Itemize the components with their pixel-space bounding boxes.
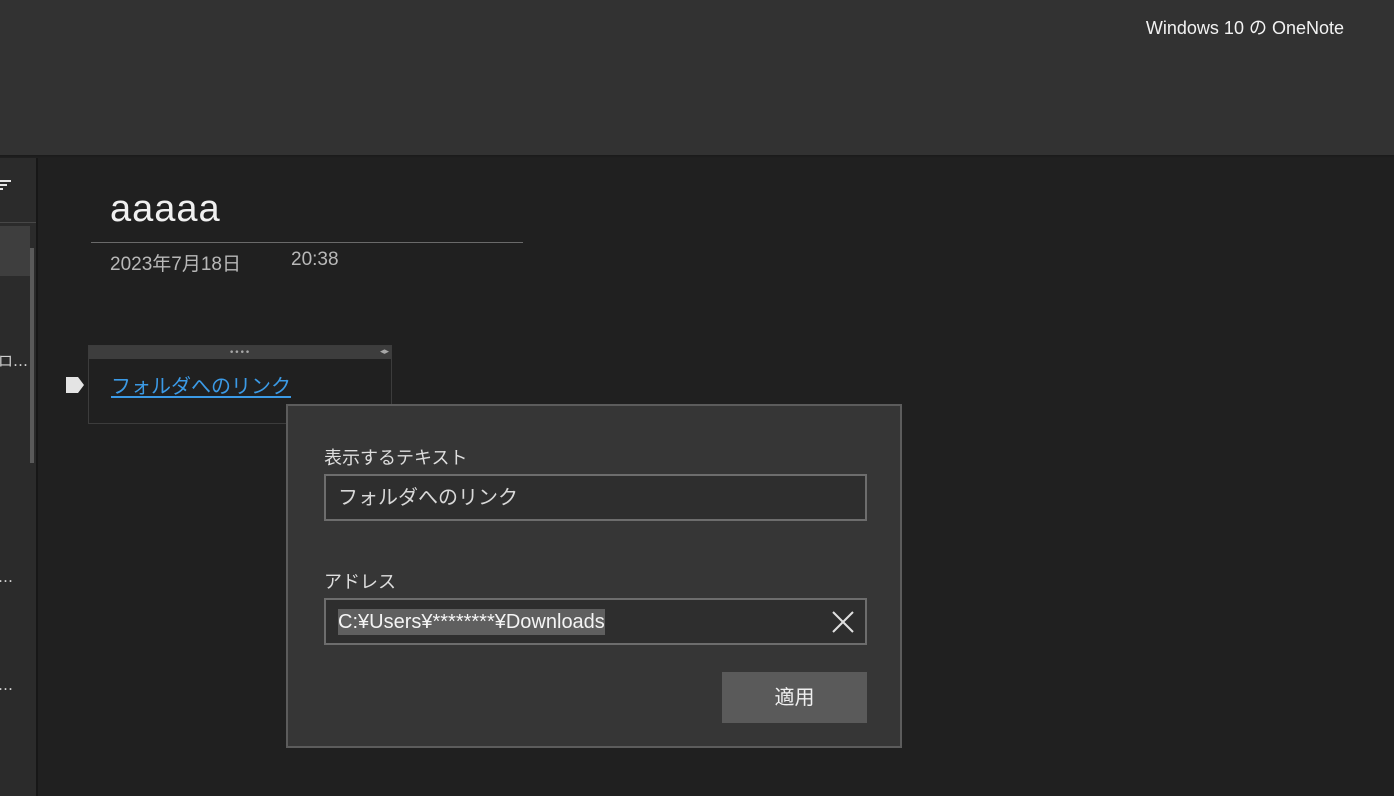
page-list-item-selected[interactable] xyxy=(0,226,30,276)
app-title: Windows 10 の OneNote xyxy=(1145,18,1344,38)
close-icon[interactable] xyxy=(829,608,857,636)
page-date: 2023年7月18日 xyxy=(110,254,241,275)
address-value: C:¥Users¥********¥Downloads xyxy=(338,609,605,635)
page-list-header-divider xyxy=(0,222,36,223)
tag-icon[interactable] xyxy=(66,377,84,393)
drag-grip-icon[interactable]: •••• xyxy=(229,349,250,358)
resize-arrows-icon[interactable]: ◂▸ xyxy=(380,346,389,359)
title-bar-divider xyxy=(0,155,1394,158)
folder-link[interactable]: フォルダへのリンク xyxy=(111,370,291,399)
page-list-pane: ロ… … … xyxy=(0,158,38,796)
note-container-handle[interactable]: •••• ◂▸ xyxy=(89,346,391,359)
title-bar: Windows 10 の OneNote xyxy=(0,0,1394,155)
display-text-value: フォルダへのリンク xyxy=(338,485,518,509)
page-time: 20:38 xyxy=(291,249,339,270)
page-list-item[interactable]: … xyxy=(0,676,13,694)
display-text-label: 表示するテキスト xyxy=(324,448,468,469)
sort-icon[interactable] xyxy=(0,180,11,192)
link-dialog: 表示するテキスト フォルダへのリンク アドレス C:¥Users¥*******… xyxy=(286,404,902,748)
page-list-scrollbar[interactable] xyxy=(30,248,34,463)
page-list-item[interactable]: ロ… xyxy=(0,350,28,371)
page-title-underline xyxy=(91,242,523,243)
address-label: アドレス xyxy=(324,572,396,593)
apply-button[interactable]: 適用 xyxy=(722,672,867,723)
page-list-item[interactable]: … xyxy=(0,568,13,586)
display-text-field[interactable]: フォルダへのリンク xyxy=(324,474,867,521)
address-field[interactable]: C:¥Users¥********¥Downloads xyxy=(324,598,867,645)
page-title[interactable]: aaaaa xyxy=(110,188,221,231)
